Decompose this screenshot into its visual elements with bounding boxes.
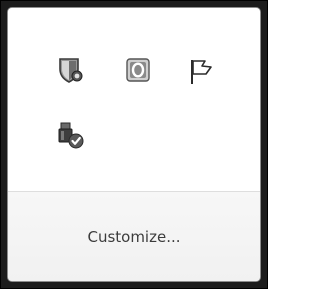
customize-section: Customize...: [8, 192, 260, 281]
action-center-flag-icon[interactable]: [186, 56, 216, 86]
overflow-window-frame: Customize...: [0, 0, 268, 289]
security-shield-icon[interactable]: [55, 55, 85, 85]
notification-overflow-popup: Customize...: [7, 7, 261, 282]
tray-icons-area: [8, 8, 260, 191]
customize-link[interactable]: Customize...: [8, 228, 260, 246]
safely-remove-hardware-icon[interactable]: [55, 120, 85, 150]
outlook-icon[interactable]: [123, 55, 153, 85]
